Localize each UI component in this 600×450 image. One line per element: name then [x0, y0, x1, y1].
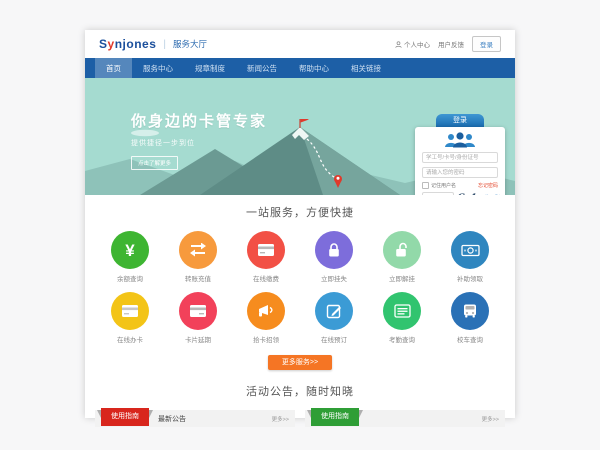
more-link-left[interactable]: 更多>> — [272, 415, 289, 423]
announcements-panel-left: 使用指南 最新公告 更多>> — [95, 410, 295, 427]
announcements-title: 活动公告，随时知晓 — [85, 383, 515, 399]
services-section: 一站服务，方便快捷 ¥ 余额查询 转账充值 — [85, 195, 515, 370]
user-feedback-link[interactable]: 用户反馈 — [438, 39, 464, 49]
announcements-section: 活动公告，随时知晓 使用指南 最新公告 更多>> 使用指南 更多>> — [85, 383, 515, 427]
banknote-icon — [461, 244, 480, 257]
service-school-bus[interactable]: 校车查询 — [451, 292, 489, 344]
service-attendance[interactable]: 考勤查询 — [383, 292, 421, 344]
page-container: Synjones | 服务大厅 个人中心 用户反馈 登录 首页 服务中心 规章制… — [85, 30, 515, 418]
card-icon — [121, 304, 139, 318]
card-icon — [189, 304, 207, 318]
change-captcha-link[interactable]: 换一张 — [485, 194, 500, 195]
nav-item-links[interactable]: 相关链接 — [340, 58, 392, 78]
announcements-panel-right: 使用指南 更多>> — [305, 410, 505, 427]
latest-announcements-label: 最新公告 — [158, 414, 186, 424]
logo[interactable]: Synjones — [99, 37, 156, 51]
nav-item-home[interactable]: 首页 — [95, 58, 132, 78]
usage-guide-tab-green[interactable]: 使用指南 — [311, 408, 359, 426]
bus-icon — [462, 303, 478, 319]
username-input[interactable] — [422, 152, 498, 163]
password-input[interactable] — [422, 167, 498, 178]
user-icon — [395, 41, 402, 48]
nav-item-news[interactable]: 新闻公告 — [236, 58, 288, 78]
service-unfreeze[interactable]: 立即解挂 — [383, 231, 421, 283]
personal-center-link[interactable]: 个人中心 — [395, 39, 430, 49]
nav-item-service-center[interactable]: 服务中心 — [132, 58, 184, 78]
forgot-password-link[interactable]: 忘记密码 — [478, 182, 498, 189]
nav-item-regulations[interactable]: 规章制度 — [184, 58, 236, 78]
yen-icon: ¥ — [125, 242, 134, 259]
more-services-button[interactable]: 更多服务>> — [268, 355, 332, 370]
service-online-payment[interactable]: 在线缴费 — [247, 231, 285, 283]
main-nav: 首页 服务中心 规章制度 新闻公告 帮助中心 相关链接 — [85, 58, 515, 78]
remember-label: 记住用户名 — [431, 182, 456, 189]
services-grid: ¥ 余额查询 转账充值 — [96, 231, 504, 344]
service-balance[interactable]: ¥ 余额查询 — [111, 231, 149, 283]
edit-icon — [326, 303, 342, 319]
lock-icon — [327, 242, 341, 258]
nav-item-help-center[interactable]: 帮助中心 — [288, 58, 340, 78]
hero-cta-button[interactable]: 点击了解更多 — [131, 156, 178, 170]
more-link-right[interactable]: 更多>> — [482, 415, 499, 423]
service-subsidy[interactable]: 补助领取 — [451, 231, 489, 283]
megaphone-icon — [257, 303, 275, 319]
unlock-icon — [394, 242, 410, 258]
service-transfer[interactable]: 转账充值 — [179, 231, 217, 283]
service-card-extension[interactable]: 卡片延期 — [179, 292, 217, 344]
hero-banner: 你身边的卡管专家 提供捷径一步到位 点击了解更多 登录 — [85, 78, 515, 195]
top-header: Synjones | 服务大厅 个人中心 用户反馈 登录 — [85, 30, 515, 58]
service-online-booking[interactable]: 在线预订 — [315, 292, 353, 344]
list-icon — [394, 304, 411, 318]
remember-checkbox[interactable] — [422, 182, 429, 189]
captcha-input[interactable] — [422, 192, 454, 195]
service-apply-card[interactable]: 在线办卡 — [111, 292, 149, 344]
transfer-icon — [189, 243, 207, 257]
card-icon — [257, 243, 275, 257]
hero-subtitle: 提供捷径一步到位 — [131, 138, 267, 148]
site-name: 服务大厅 — [173, 38, 207, 50]
login-tab[interactable]: 登录 — [436, 114, 484, 127]
users-group-icon — [442, 132, 478, 148]
hero-title: 你身边的卡管专家 — [131, 110, 267, 131]
divider: | — [163, 39, 166, 50]
service-report-loss[interactable]: 立即挂失 — [315, 231, 353, 283]
header-login-button[interactable]: 登录 — [472, 36, 501, 52]
services-title: 一站服务，方便快捷 — [85, 204, 515, 220]
login-panel: 登录 记住用户名 忘记密码 Cy4p 换一张 — [415, 114, 505, 195]
usage-guide-tab-red[interactable]: 使用指南 — [101, 408, 149, 426]
captcha-image[interactable]: Cy4p — [456, 193, 482, 196]
service-lost-found[interactable]: 拾卡招领 — [247, 292, 285, 344]
